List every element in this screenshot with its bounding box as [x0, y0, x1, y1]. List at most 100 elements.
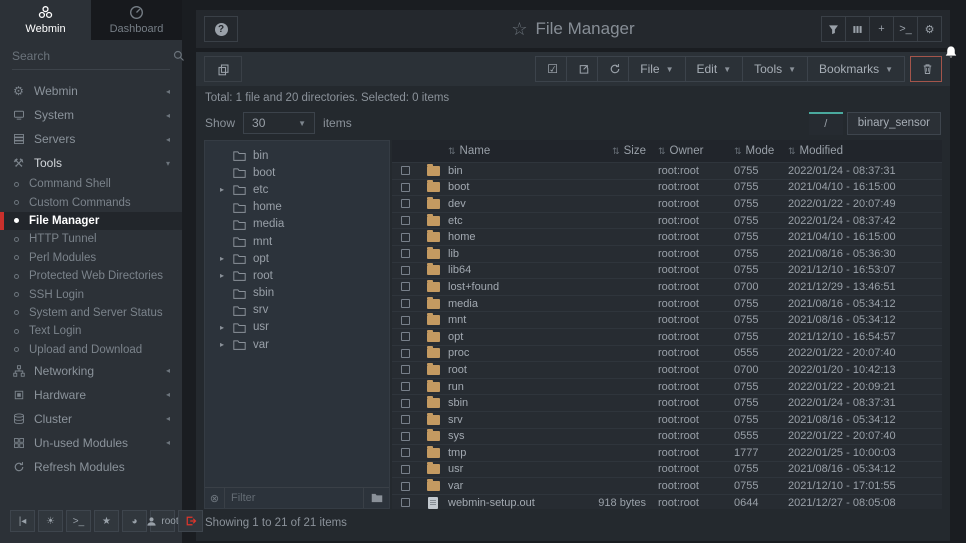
columns-button[interactable] — [845, 16, 870, 42]
trash-button[interactable] — [910, 56, 942, 82]
sidebar-item-refresh-modules[interactable]: Refresh Modules — [0, 455, 182, 479]
filter-button[interactable] — [821, 16, 846, 42]
shell-button[interactable]: >_ — [893, 16, 918, 42]
expand-arrow-icon[interactable]: ▸ — [218, 185, 226, 194]
column-header-name[interactable]: ⇅Name — [448, 145, 562, 157]
table-row[interactable]: lost+foundroot:root07002021/12/29 - 13:4… — [392, 278, 942, 295]
table-row[interactable]: runroot:root07552022/01/22 - 20:09:21 — [392, 378, 942, 395]
cell-name[interactable]: mnt — [448, 314, 562, 326]
column-header-owner[interactable]: ⇅Owner — [658, 145, 734, 157]
create-button[interactable]: + — [869, 16, 894, 42]
search-icon[interactable] — [173, 50, 185, 62]
row-checkbox[interactable] — [401, 498, 410, 507]
column-header-modified[interactable]: ⇅Modified — [788, 145, 942, 157]
table-row[interactable]: tmproot:root17772022/01/25 - 10:00:03 — [392, 444, 942, 461]
breadcrumb-root-button[interactable]: / — [809, 112, 843, 135]
help-button[interactable]: ? — [204, 16, 238, 42]
sort-icon[interactable]: ⇅ — [658, 146, 666, 157]
tree-item-media[interactable]: media — [205, 216, 389, 233]
tree-item-etc[interactable]: ▸etc — [205, 181, 389, 198]
theme-button[interactable]: ☀ — [38, 510, 63, 532]
refresh-button[interactable] — [597, 56, 629, 82]
expand-arrow-icon[interactable]: ▸ — [218, 254, 226, 263]
tree-item-home[interactable]: home — [205, 199, 389, 216]
table-row[interactable]: procroot:root05552022/01/22 - 20:07:40 — [392, 345, 942, 362]
cell-name[interactable]: srv — [448, 414, 562, 426]
cell-name[interactable]: run — [448, 381, 562, 393]
table-row[interactable]: libroot:root07552021/08/16 - 05:36:30 — [392, 245, 942, 262]
row-checkbox[interactable] — [401, 166, 410, 175]
row-checkbox[interactable] — [401, 282, 410, 291]
tree-item-bin[interactable]: bin — [205, 147, 389, 164]
expand-arrow-icon[interactable]: ▸ — [218, 271, 226, 280]
sort-icon[interactable]: ⇅ — [612, 146, 620, 157]
cell-name[interactable]: boot — [448, 181, 562, 193]
sidebar-subitem-upload-and-download[interactable]: Upload and Download — [0, 341, 182, 359]
sidebar-subitem-text-login[interactable]: Text Login — [0, 322, 182, 340]
row-checkbox[interactable] — [401, 399, 410, 408]
sidebar-item-cluster[interactable]: Cluster◂ — [0, 407, 182, 431]
row-checkbox[interactable] — [401, 382, 410, 391]
sidebar-item-hardware[interactable]: Hardware◂ — [0, 383, 182, 407]
sidebar-item-networking[interactable]: Networking◂ — [0, 359, 182, 383]
tree-item-boot[interactable]: boot — [205, 164, 389, 181]
table-row[interactable]: lib64root:root07552021/12/10 - 16:53:07 — [392, 262, 942, 279]
row-checkbox[interactable] — [401, 266, 410, 275]
table-row[interactable]: varroot:root07552021/12/10 - 17:01:55 — [392, 477, 942, 494]
sort-icon[interactable]: ⇅ — [788, 146, 796, 157]
tools-menu-button[interactable]: Tools▼ — [742, 56, 808, 82]
sidebar-item-un-used-modules[interactable]: Un-used Modules◂ — [0, 431, 182, 455]
clear-filter-icon[interactable]: ⊗ — [205, 488, 225, 508]
palette-button[interactable]: ◕ — [122, 510, 147, 532]
table-row[interactable]: homeroot:root07552021/04/10 - 16:15:00 — [392, 228, 942, 245]
cell-name[interactable]: dev — [448, 198, 562, 210]
row-checkbox[interactable] — [401, 183, 410, 192]
favorites-button[interactable]: ★ — [94, 510, 119, 532]
settings-button[interactable]: ⚙ — [917, 16, 942, 42]
tree-item-sbin[interactable]: sbin — [205, 285, 389, 302]
tree-item-opt[interactable]: ▸opt — [205, 250, 389, 267]
sidebar-subitem-protected-web-directories[interactable]: Protected Web Directories — [0, 267, 182, 285]
table-row[interactable]: webmin-setup.out918 bytesroot:root064420… — [392, 494, 942, 509]
sidebar-subitem-ssh-login[interactable]: SSH Login — [0, 285, 182, 303]
table-row[interactable]: sbinroot:root07552022/01/24 - 08:37:31 — [392, 394, 942, 411]
table-row[interactable]: mediaroot:root07552021/08/16 - 05:34:12 — [392, 295, 942, 312]
row-checkbox[interactable] — [401, 233, 410, 242]
cell-name[interactable]: lost+found — [448, 281, 562, 293]
cell-name[interactable]: usr — [448, 463, 562, 475]
export-button[interactable] — [566, 56, 598, 82]
row-checkbox[interactable] — [401, 482, 410, 491]
tree-item-usr[interactable]: ▸usr — [205, 319, 389, 336]
row-checkbox[interactable] — [401, 199, 410, 208]
breadcrumb-current-button[interactable]: binary_sensor — [847, 112, 941, 135]
select-all-button[interactable]: ☑ — [535, 56, 567, 82]
user-button[interactable]: root — [150, 510, 175, 532]
cell-name[interactable]: var — [448, 480, 562, 492]
table-row[interactable]: binroot:root07552022/01/24 - 08:37:31 — [392, 162, 942, 179]
row-checkbox[interactable] — [401, 349, 410, 358]
sidebar-subitem-http-tunnel[interactable]: HTTP Tunnel — [0, 230, 182, 248]
tree-item-srv[interactable]: srv — [205, 302, 389, 319]
folder-select-button[interactable] — [363, 488, 389, 508]
collapse-sidebar-button[interactable]: |◂ — [10, 510, 35, 532]
row-checkbox[interactable] — [401, 448, 410, 457]
table-row[interactable]: sysroot:root05552022/01/22 - 20:07:40 — [392, 428, 942, 445]
row-checkbox[interactable] — [401, 249, 410, 258]
expand-arrow-icon[interactable]: ▸ — [218, 340, 226, 349]
sidebar-item-tools[interactable]: ⚒Tools▾ — [0, 151, 182, 175]
cell-name[interactable]: opt — [448, 331, 562, 343]
row-checkbox[interactable] — [401, 299, 410, 308]
sidebar-subitem-command-shell[interactable]: Command Shell — [0, 175, 182, 193]
sort-icon[interactable]: ⇅ — [448, 146, 456, 157]
row-checkbox[interactable] — [401, 216, 410, 225]
terminal-button[interactable]: >_ — [66, 510, 91, 532]
table-row[interactable]: devroot:root07552022/01/22 - 20:07:49 — [392, 195, 942, 212]
cell-name[interactable]: proc — [448, 347, 562, 359]
cell-name[interactable]: webmin-setup.out — [448, 497, 562, 509]
tab-dashboard[interactable]: Dashboard — [91, 0, 182, 40]
cell-name[interactable]: home — [448, 231, 562, 243]
tree-item-mnt[interactable]: mnt — [205, 233, 389, 250]
sidebar-item-system[interactable]: System◂ — [0, 103, 182, 127]
table-row[interactable]: usrroot:root07552021/08/16 - 05:34:12 — [392, 461, 942, 478]
row-checkbox[interactable] — [401, 365, 410, 374]
